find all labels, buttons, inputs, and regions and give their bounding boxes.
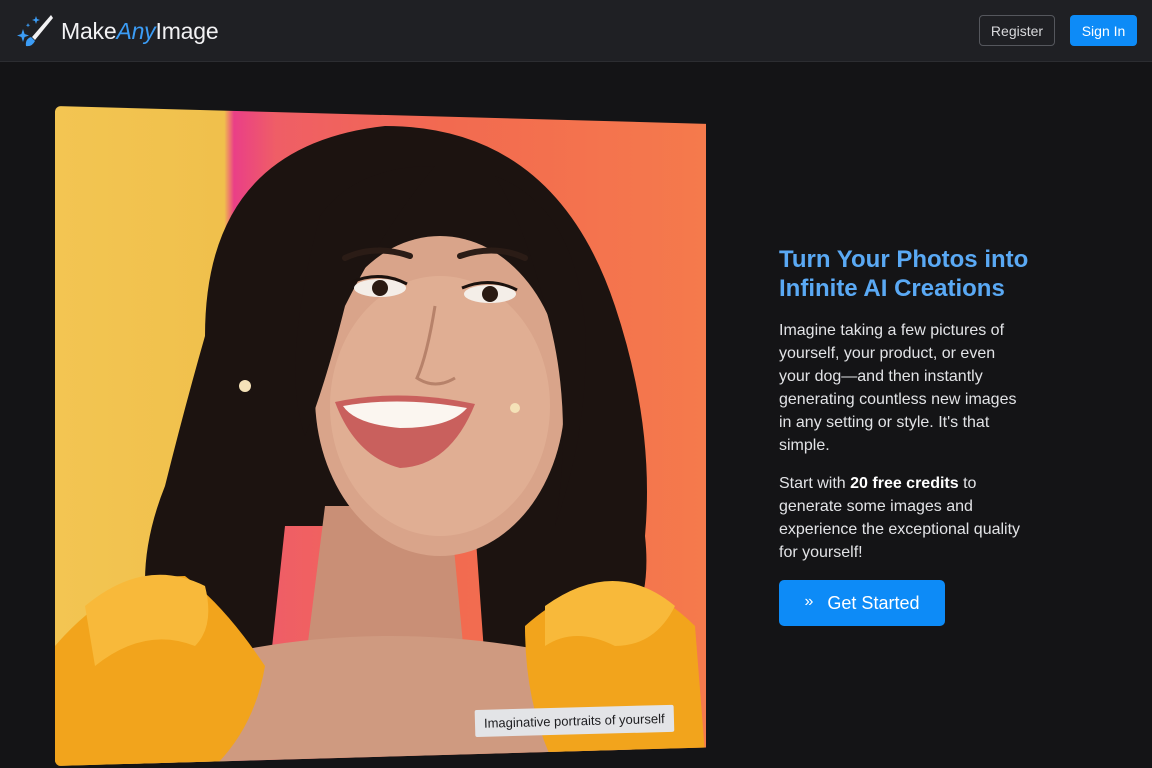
brand-logo[interactable]: MakeAnyImage [15, 13, 219, 49]
hero-title: Turn Your Photos into Infinite AI Creati… [779, 246, 1029, 302]
sign-in-button[interactable]: Sign In [1070, 15, 1137, 46]
get-started-label: Get Started [827, 592, 920, 613]
brand-name-accent: Any [116, 17, 156, 44]
brand-name-prefix: Make [61, 17, 117, 44]
photo-caption: Imaginative portraits of yourself [474, 704, 674, 737]
brand-name-suffix: Image [155, 17, 219, 44]
register-button[interactable]: Register [979, 15, 1055, 46]
brand-name: MakeAnyImage [61, 17, 219, 45]
portrait-image [55, 126, 706, 766]
get-started-button[interactable]: » Get Started [779, 580, 945, 626]
free-credits-text: Start with 20 free credits to generate s… [779, 472, 1029, 564]
free-credits-highlight: 20 free credits [850, 475, 959, 492]
hero-photo: Imaginative portraits of yourself [55, 106, 706, 766]
magic-wand-sparkle-icon [17, 15, 53, 47]
top-navbar: MakeAnyImage Register Sign In [0, 0, 1152, 62]
double-chevron-right-icon: » [804, 593, 814, 610]
hero-photo-frame [55, 106, 706, 766]
hero-description: Imagine taking a few pictures of yoursel… [779, 322, 1017, 454]
free-credits-intro: Start with [779, 475, 851, 492]
